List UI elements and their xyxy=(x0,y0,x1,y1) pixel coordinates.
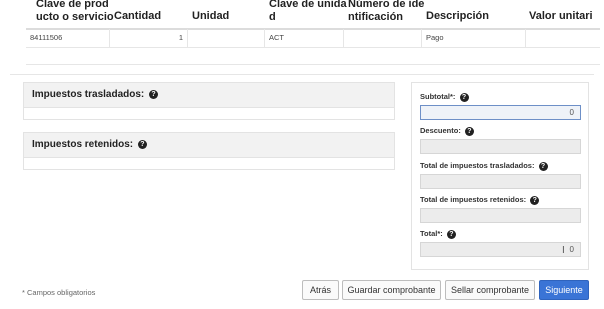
descuento-label-text: Descuento: xyxy=(420,126,461,135)
col-header-numero-identificacion: Número de ide ntificación xyxy=(348,0,424,24)
impuestos-retenidos-title: Impuestos retenidos: xyxy=(32,139,134,150)
cell-unidad[interactable] xyxy=(188,29,265,47)
subtotal-field[interactable]: 0 xyxy=(420,105,581,120)
question-circle-icon[interactable]: ? xyxy=(149,89,159,99)
col-header-unidad: Unidad xyxy=(192,10,230,22)
total-retenidos-field[interactable] xyxy=(420,208,581,223)
impuestos-retenidos-header: Impuestos retenidos: ? xyxy=(24,133,394,158)
col-header-text: Clave de prod xyxy=(36,0,109,10)
total-trasladados-label: Total de impuestos trasladados: ? xyxy=(420,161,548,171)
siguiente-button[interactable]: Siguiente xyxy=(539,280,589,300)
question-circle-icon[interactable]: ? xyxy=(464,126,474,136)
cell-cantidad[interactable]: 1 xyxy=(110,29,188,47)
total-retenidos-label-text: Total de impuestos retenidos: xyxy=(420,195,527,204)
totals-panel: Subtotal*: ? 0 Descuento: ? Total de imp… xyxy=(411,82,589,270)
cell-clave-producto[interactable]: 84111506 xyxy=(26,29,110,47)
col-header-text: ntificación xyxy=(348,11,404,23)
col-header-clave-unidad: Clave de unida d xyxy=(269,0,347,24)
cell-numero-identificacion[interactable] xyxy=(344,29,422,47)
col-header-valor-unitario: Valor unitari xyxy=(529,10,593,22)
guardar-comprobante-button[interactable]: Guardar comprobante xyxy=(342,280,441,300)
question-circle-icon[interactable]: ? xyxy=(538,161,548,171)
impuestos-trasladados-title: Impuestos trasladados: xyxy=(32,89,145,100)
question-circle-icon[interactable]: ? xyxy=(446,229,456,239)
col-header-clave-producto: Clave de prod ucto o servicio xyxy=(36,0,114,24)
table-row[interactable]: 84111506 1 ACT Pago xyxy=(26,29,600,48)
descuento-field[interactable] xyxy=(420,139,581,154)
col-header-text: d xyxy=(269,11,276,23)
concepts-table-header: Clave de prod ucto o servicio Cantidad U… xyxy=(26,0,600,30)
impuestos-trasladados-header: Impuestos trasladados: ? xyxy=(24,83,394,108)
impuestos-retenidos-panel: Impuestos retenidos: ? xyxy=(23,132,395,170)
question-circle-icon[interactable]: ? xyxy=(530,195,540,205)
total-trasladados-label-text: Total de impuestos trasladados: xyxy=(420,161,535,170)
total-trasladados-field[interactable] xyxy=(420,174,581,189)
atras-button[interactable]: Atrás xyxy=(302,280,339,300)
col-header-text: Número de ide xyxy=(348,0,425,10)
subtotal-label-text: Subtotal*: xyxy=(420,92,456,101)
question-circle-icon[interactable]: ? xyxy=(137,139,147,149)
cell-valor-unitario[interactable] xyxy=(526,29,600,47)
col-header-descripcion: Descripción xyxy=(426,10,489,22)
table-row-empty xyxy=(26,48,600,65)
question-circle-icon[interactable]: ? xyxy=(459,92,469,102)
cell-clave-unidad[interactable]: ACT xyxy=(265,29,344,47)
total-label-text: Total*: xyxy=(420,229,443,238)
col-header-text: Clave de unida xyxy=(269,0,347,10)
cell-descripcion[interactable]: Pago xyxy=(422,29,526,47)
col-header-cantidad: Cantidad xyxy=(114,10,162,22)
col-header-text: ucto o servicio xyxy=(36,11,114,23)
sellar-comprobante-button[interactable]: Sellar comprobante xyxy=(445,280,535,300)
total-retenidos-label: Total de impuestos retenidos: ? xyxy=(420,195,540,205)
total-field[interactable]: 0 xyxy=(420,242,581,257)
total-label: Total*: ? xyxy=(420,229,456,239)
subtotal-label: Subtotal*: ? xyxy=(420,92,469,102)
required-note: * Campos obligatorios xyxy=(22,288,96,297)
impuestos-trasladados-panel: Impuestos trasladados: ? xyxy=(23,82,395,120)
divider xyxy=(10,74,594,75)
text-cursor-icon: I xyxy=(562,245,565,256)
descuento-label: Descuento: ? xyxy=(420,126,474,136)
